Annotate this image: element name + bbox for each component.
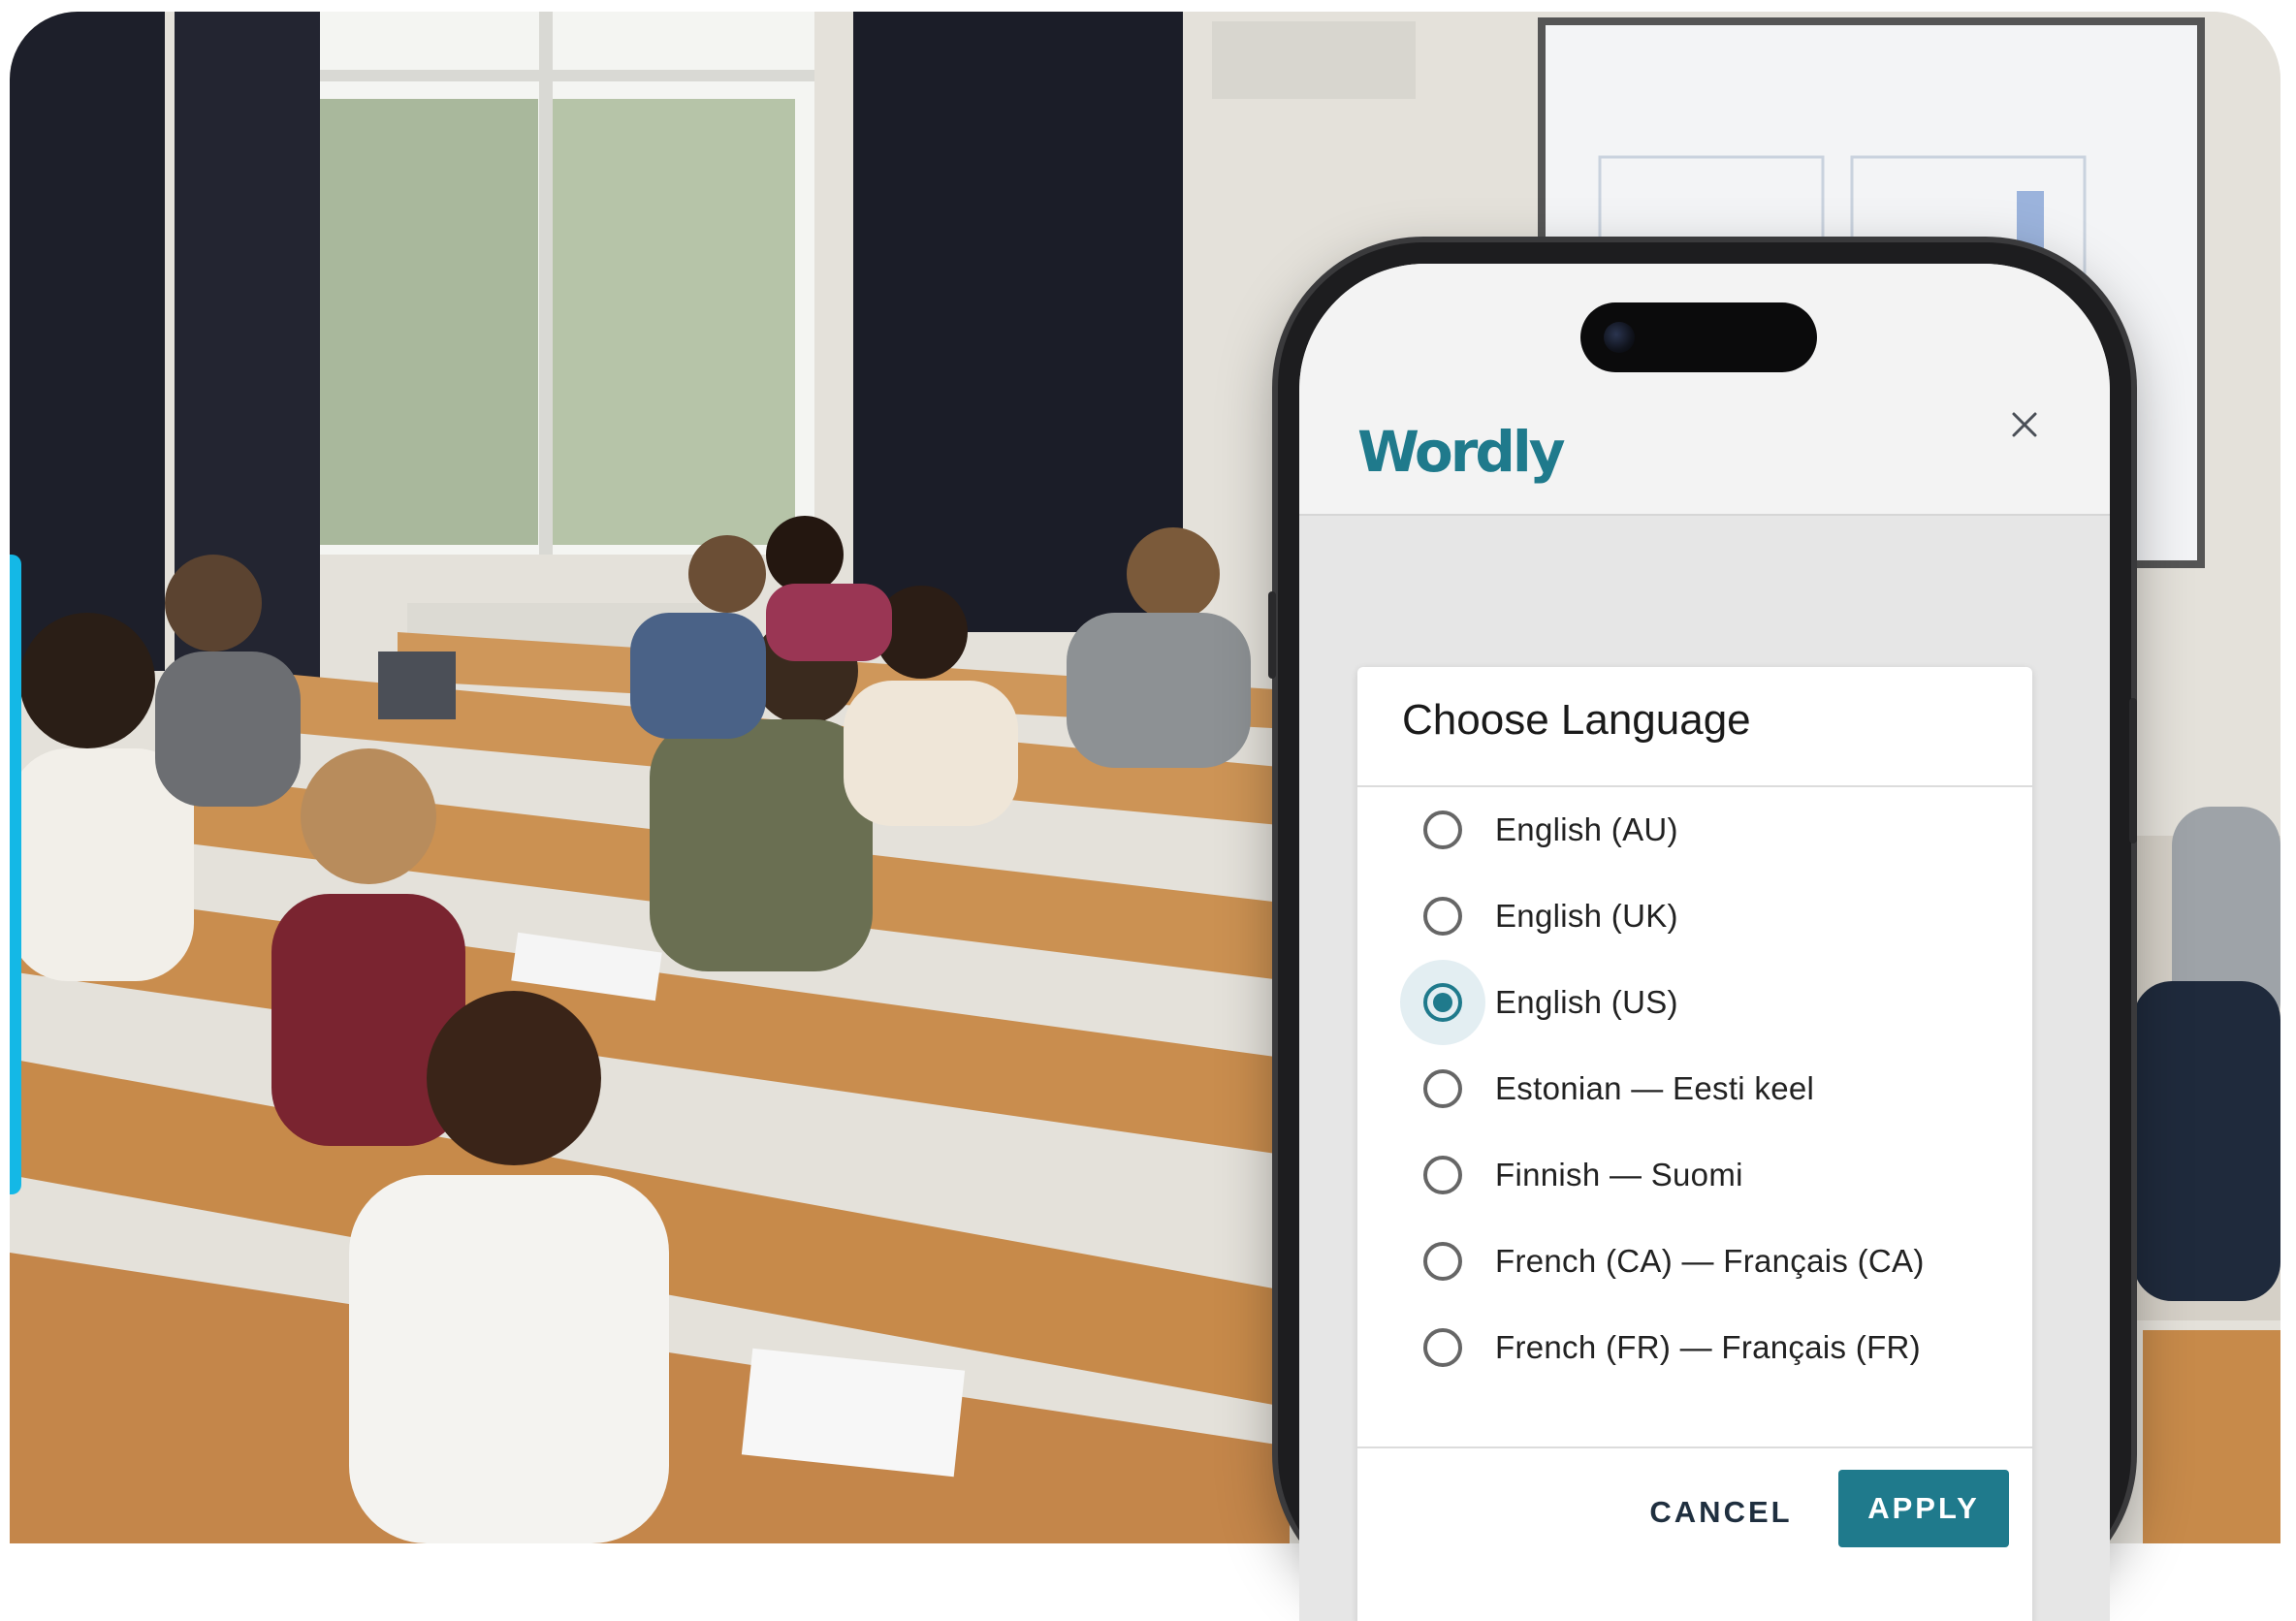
phone-screen: Wordly Choose Language English (AU) Engl… [1299,264,2110,1621]
language-option-estonian[interactable]: Estonian — Eesti keel [1357,1046,2032,1131]
radio-wrap [1400,1305,1485,1390]
language-option-english-au[interactable]: English (AU) [1357,787,2032,873]
language-label: English (AU) [1495,811,1678,847]
radio-wrap [1400,874,1485,959]
language-label: French (FR) — Français (FR) [1495,1329,1921,1365]
language-list[interactable]: English (AU) English (UK) English (US) E… [1357,787,2032,1410]
radio-button-selected-icon[interactable] [1423,983,1462,1022]
dialog-title: Choose Language [1402,696,1751,744]
language-option-finnish[interactable]: Finnish — Suomi [1357,1132,2032,1218]
radio-wrap [1400,1132,1485,1218]
radio-button-icon[interactable] [1423,810,1462,849]
app-header: Wordly [1299,264,2110,516]
dynamic-island [1580,302,1817,372]
language-label: English (US) [1495,984,1678,1020]
phone-mockup: Wordly Choose Language English (AU) Engl… [1268,242,2137,1621]
language-label: French (CA) — Français (CA) [1495,1243,1925,1279]
dialog-divider [1357,1446,2032,1448]
language-option-partial[interactable] [1357,1391,2032,1410]
language-option-french-ca[interactable]: French (CA) — Français (CA) [1357,1219,2032,1304]
wordly-logo: Wordly [1357,419,1566,485]
radio-wrap-selected [1400,960,1485,1045]
language-option-english-us[interactable]: English (US) [1357,960,2032,1045]
language-label: Estonian — Eesti keel [1495,1070,1815,1106]
choose-language-dialog: Choose Language English (AU) English (UK… [1357,667,2032,1621]
language-label: English (UK) [1495,898,1678,934]
phone-side-button [1268,591,1276,679]
close-button[interactable] [2003,403,2046,446]
radio-wrap [1400,1046,1485,1131]
radio-wrap [1400,787,1485,873]
radio-button-icon[interactable] [1423,1242,1462,1281]
close-icon [2012,412,2037,437]
radio-button-icon[interactable] [1423,1156,1462,1194]
radio-button-icon[interactable] [1423,1328,1462,1367]
language-option-english-uk[interactable]: English (UK) [1357,874,2032,959]
phone-power-button [2129,698,2137,843]
apply-button[interactable]: APPLY [1838,1470,2009,1547]
radio-wrap [1400,1391,1485,1410]
language-label: Finnish — Suomi [1495,1157,1743,1192]
cancel-button[interactable]: CANCEL [1629,1474,1813,1551]
accent-bar [10,555,21,1194]
language-option-french-fr[interactable]: French (FR) — Français (FR) [1357,1305,2032,1390]
front-camera-icon [1604,322,1635,353]
radio-wrap [1400,1219,1485,1304]
radio-button-icon[interactable] [1423,897,1462,936]
radio-button-icon[interactable] [1423,1069,1462,1108]
